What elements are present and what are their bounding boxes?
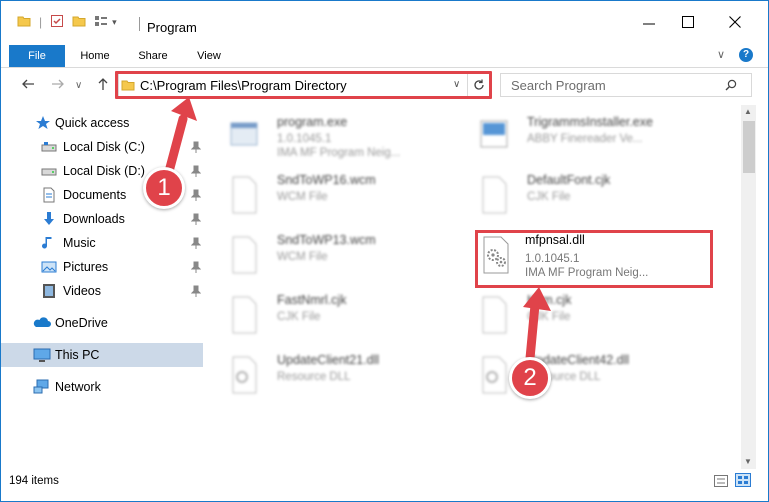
explorer-window: | ▾ Program File Home Share View ∨ ? ∨ C… [0, 0, 769, 502]
annotation-arrows [162, 97, 551, 374]
callout-badge-2: 2 [509, 357, 551, 399]
callout-badge-1: 1 [143, 167, 185, 209]
